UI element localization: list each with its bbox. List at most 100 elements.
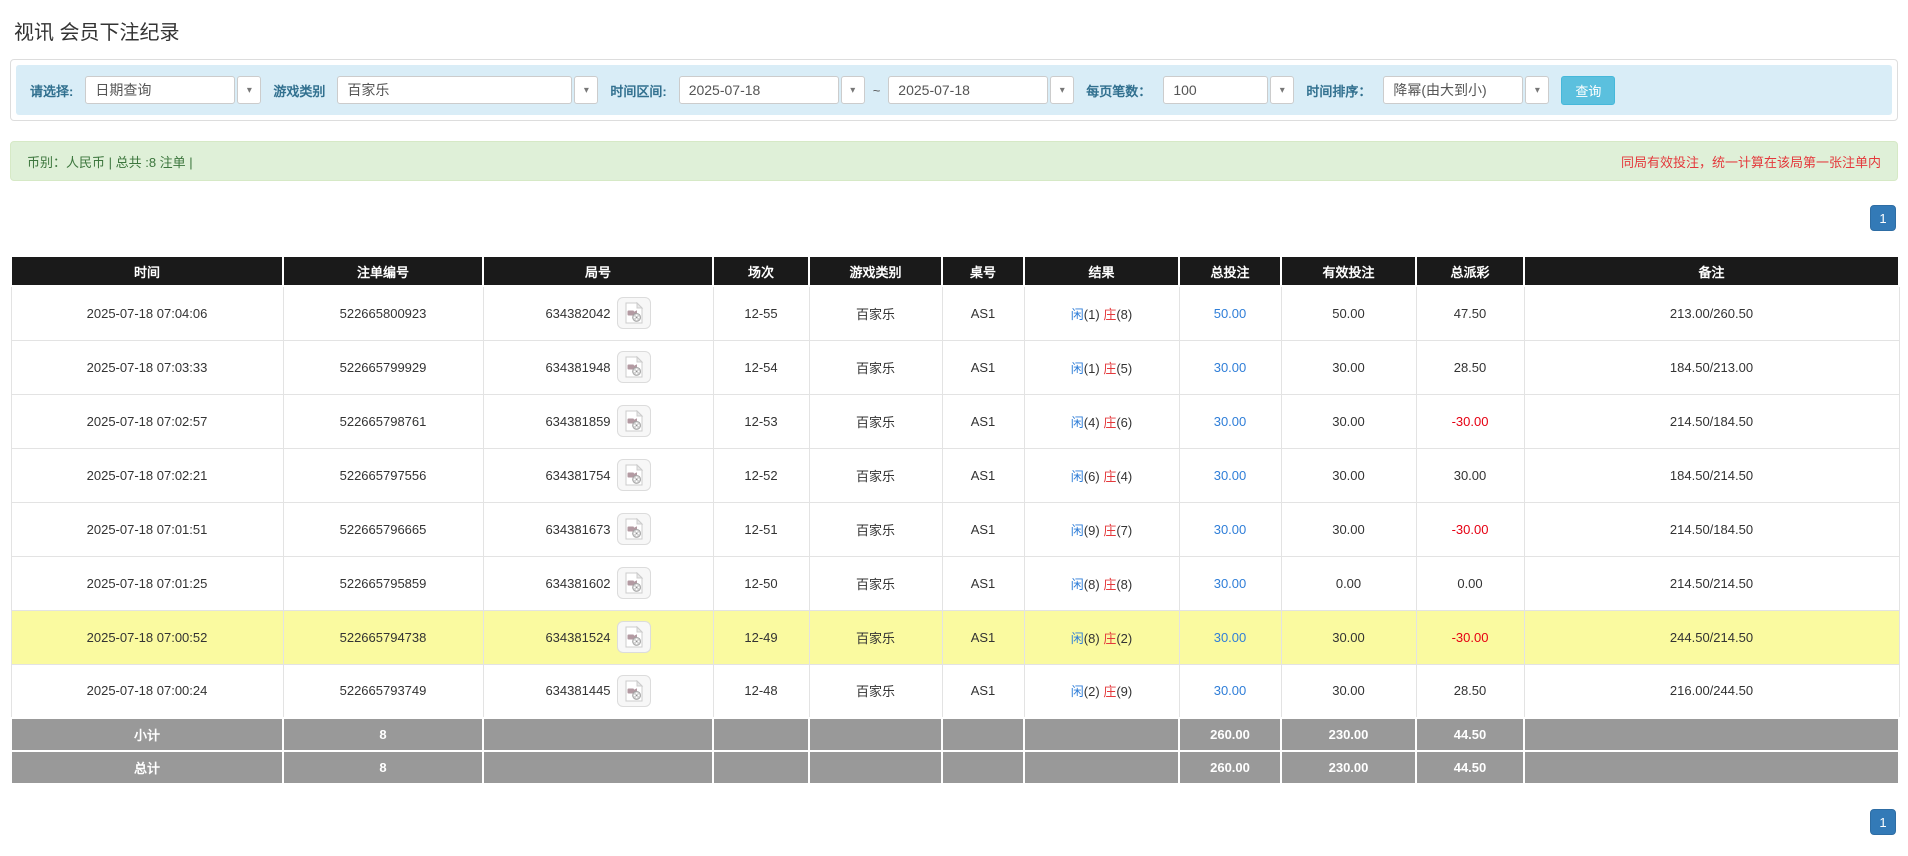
subtotal-payout: 44.50 [1416,718,1524,751]
search-button[interactable]: 查询 [1561,76,1615,105]
cell-total-bet: 30.00 [1179,448,1281,502]
table-row: 2025-07-18 07:01:51 522665796665 6343816… [11,502,1899,556]
result-player-num: (2) [1084,684,1100,699]
video-file-icon [624,410,644,432]
cell-empty [483,718,713,751]
result-player-num: (1) [1084,307,1100,322]
total-bet-link[interactable]: 30.00 [1214,522,1247,537]
date-to-select[interactable]: 2025-07-18 ▾ [888,76,1074,104]
result-banker-label: 庄 [1103,523,1116,538]
page-1-button[interactable]: 1 [1870,809,1896,835]
cell-valid-bet: 50.00 [1281,286,1416,340]
round-id-value: 634381524 [545,630,610,645]
sort-order-select[interactable]: 降幂(由大到小) ▾ [1383,76,1549,104]
table-row: 2025-07-18 07:02:57 522665798761 6343818… [11,394,1899,448]
total-bet-link[interactable]: 50.00 [1214,306,1247,321]
cell-round-id: 634381859 [483,394,713,448]
cell-time: 2025-07-18 07:04:06 [11,286,283,340]
video-replay-button[interactable] [617,621,651,653]
total-bet-link[interactable]: 30.00 [1214,468,1247,483]
video-replay-button[interactable] [617,513,651,545]
table-row: 2025-07-18 07:01:25 522665795859 6343816… [11,556,1899,610]
video-replay-button[interactable] [617,459,651,491]
result-banker-num: (8) [1116,577,1132,592]
cell-bet-id: 522665794738 [283,610,483,664]
total-bet-link[interactable]: 30.00 [1214,360,1247,375]
chevron-down-icon[interactable]: ▾ [237,76,261,104]
cell-game-type: 百家乐 [809,664,942,718]
total-bet-link[interactable]: 30.00 [1214,683,1247,698]
chevron-down-icon[interactable]: ▾ [1050,76,1074,104]
cell-total-bet: 30.00 [1179,340,1281,394]
result-player-label: 闲 [1071,577,1084,592]
col-header-session: 场次 [713,256,809,286]
result-player-num: (8) [1084,631,1100,646]
cell-remark: 214.50/184.50 [1524,502,1899,556]
currency-total-summary: 币别：人民币 | 总共 :8 注单 | [27,152,193,171]
sort-order-value[interactable]: 降幂(由大到小) [1383,76,1523,104]
date-from-value[interactable]: 2025-07-18 [679,76,839,104]
cell-valid-bet: 30.00 [1281,394,1416,448]
video-file-icon [624,464,644,486]
cell-bet-id: 522665793749 [283,664,483,718]
cell-game-type: 百家乐 [809,286,942,340]
result-player-num: (8) [1084,577,1100,592]
video-replay-button[interactable] [617,297,651,329]
cell-payout: 28.50 [1416,340,1524,394]
grand-total-row: 总计 8 260.00 230.00 44.50 [11,751,1899,784]
chevron-down-icon[interactable]: ▾ [574,76,598,104]
result-player-num: (4) [1084,415,1100,430]
video-replay-button[interactable] [617,675,651,707]
cell-payout: -30.00 [1416,610,1524,664]
round-id-value: 634381602 [545,576,610,591]
date-to-value[interactable]: 2025-07-18 [888,76,1048,104]
summary-bar: 币别：人民币 | 总共 :8 注单 | 同局有效投注，统一计算在该局第一张注单内 [10,141,1898,181]
page-1-button[interactable]: 1 [1870,205,1896,231]
cell-empty [713,751,809,784]
table-row: 2025-07-18 07:00:52 522665794738 6343815… [11,610,1899,664]
result-player-num: (6) [1084,469,1100,484]
query-type-value[interactable]: 日期查询 [85,76,235,104]
cell-remark: 213.00/260.50 [1524,286,1899,340]
chevron-down-icon[interactable]: ▾ [841,76,865,104]
cell-total-bet: 30.00 [1179,394,1281,448]
cell-table-no: AS1 [942,556,1024,610]
query-type-label: 请选择: [30,81,73,100]
result-banker-num: (8) [1116,307,1132,322]
cell-empty [809,718,942,751]
video-file-icon [624,626,644,648]
result-banker-num: (9) [1116,684,1132,699]
cell-remark: 244.50/214.50 [1524,610,1899,664]
per-page-select[interactable]: 100 ▾ [1163,76,1294,104]
round-id-value: 634381673 [545,522,610,537]
cell-remark: 184.50/214.50 [1524,448,1899,502]
result-banker-label: 庄 [1103,307,1116,322]
chevron-down-icon[interactable]: ▾ [1525,76,1549,104]
game-type-select[interactable]: 百家乐 ▾ [337,76,598,104]
result-banker-label: 庄 [1103,361,1116,376]
cell-round-id: 634382042 [483,286,713,340]
per-page-value[interactable]: 100 [1163,76,1268,104]
total-bet-link[interactable]: 30.00 [1214,414,1247,429]
per-page-label: 每页笔数： [1086,81,1151,100]
col-header-game-type: 游戏类别 [809,256,942,286]
video-replay-button[interactable] [617,351,651,383]
cell-game-type: 百家乐 [809,340,942,394]
result-banker-label: 庄 [1103,631,1116,646]
game-type-value[interactable]: 百家乐 [337,76,572,104]
video-replay-button[interactable] [617,567,651,599]
grand-total-payout: 44.50 [1416,751,1524,784]
video-replay-button[interactable] [617,405,651,437]
result-player-label: 闲 [1071,361,1084,376]
query-type-select[interactable]: 日期查询 ▾ [85,76,261,104]
cell-session: 12-53 [713,394,809,448]
result-player-label: 闲 [1071,307,1084,322]
cell-time: 2025-07-18 07:03:33 [11,340,283,394]
chevron-down-icon[interactable]: ▾ [1270,76,1294,104]
cell-payout: -30.00 [1416,502,1524,556]
cell-total-bet: 30.00 [1179,502,1281,556]
date-from-select[interactable]: 2025-07-18 ▾ [679,76,865,104]
total-bet-link[interactable]: 30.00 [1214,576,1247,591]
total-bet-link[interactable]: 30.00 [1214,630,1247,645]
cell-table-no: AS1 [942,286,1024,340]
